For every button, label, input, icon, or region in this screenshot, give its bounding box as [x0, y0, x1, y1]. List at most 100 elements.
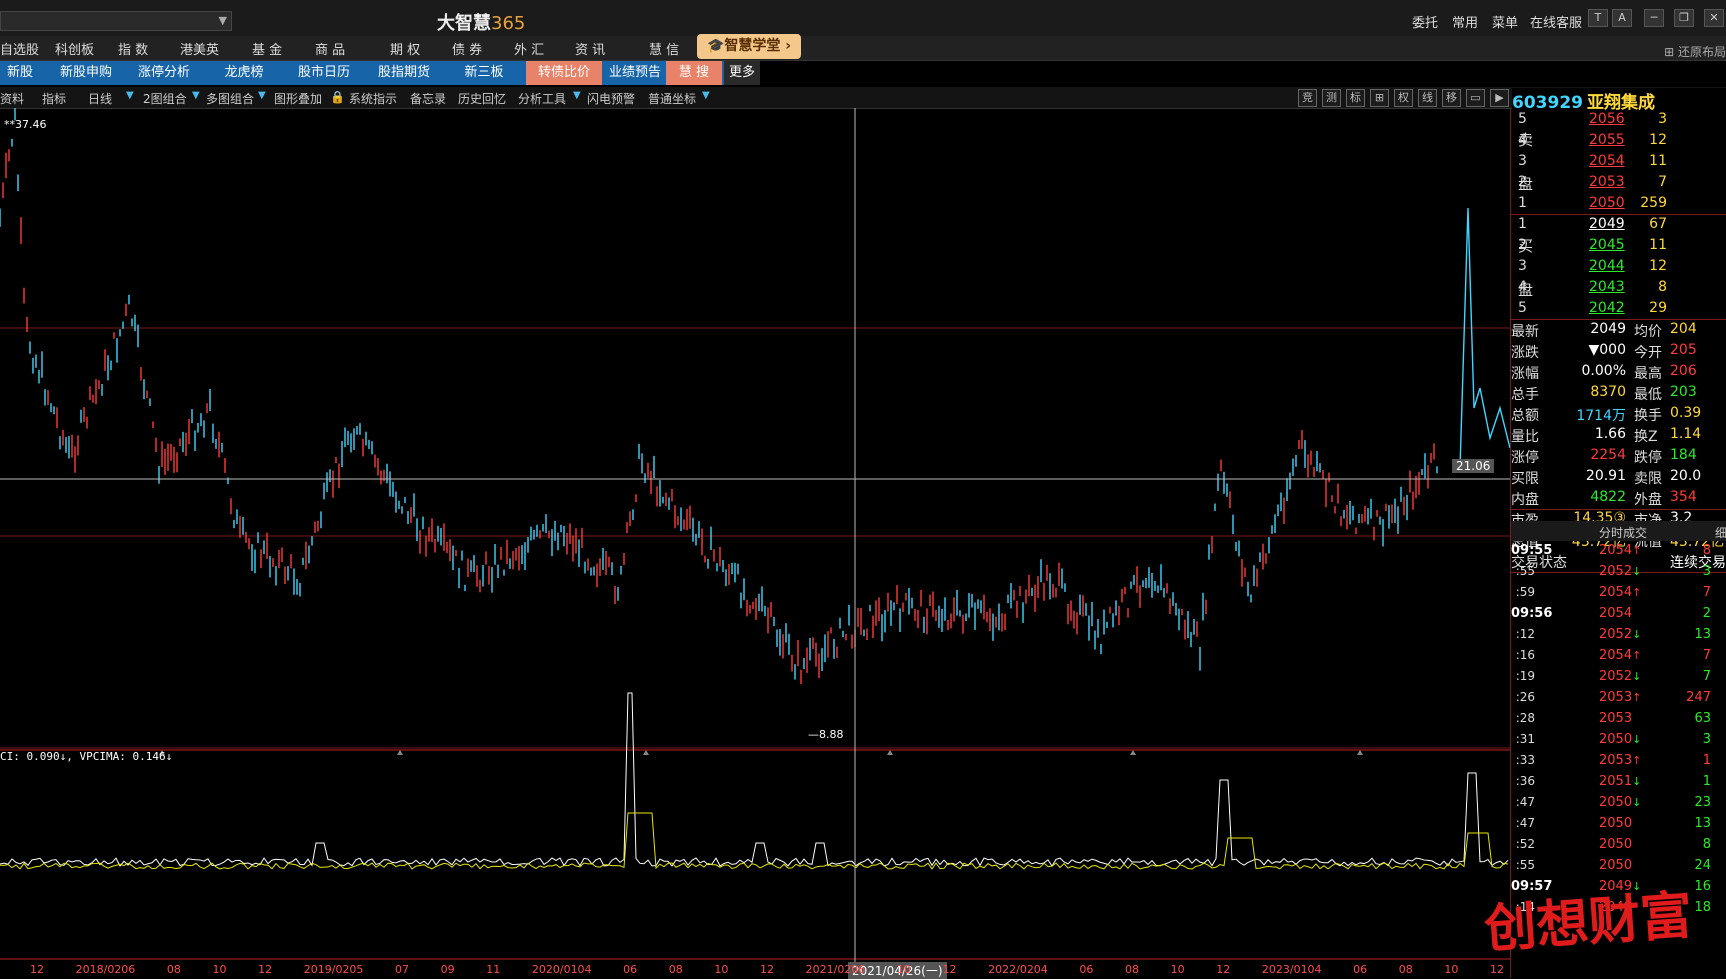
- menu-neeq[interactable]: 新三板: [446, 61, 522, 85]
- menu-hk-us[interactable]: 港美英: [180, 39, 219, 58]
- arrow-down-icon: ↓: [1632, 796, 1642, 809]
- sell-row[interactable]: 3 2054 11: [1511, 153, 1726, 174]
- combo-dropdown-icon[interactable]: ▼: [192, 90, 200, 101]
- tool-icon-auction[interactable]: 竞: [1298, 89, 1317, 107]
- period-dropdown-icon[interactable]: ▼: [126, 90, 134, 101]
- ob-volume: 8: [1658, 279, 1667, 295]
- trade-price: 2052↓: [1599, 627, 1642, 642]
- quote-value-2: 0.39: [1670, 405, 1702, 421]
- close-icon[interactable]: ✕: [1704, 9, 1724, 27]
- menu-ipo-subscribe[interactable]: 新股申购: [48, 61, 124, 85]
- menu-star-market[interactable]: 科创板: [55, 39, 94, 58]
- sell-row[interactable]: 5 2056 3: [1511, 111, 1726, 132]
- menu-bonds[interactable]: 债 券: [452, 39, 482, 58]
- tool-icon-move[interactable]: 移: [1442, 89, 1461, 107]
- quote-value: 2254: [1590, 447, 1626, 463]
- play-icon[interactable]: ▶: [1490, 89, 1509, 107]
- trade-price: 2050↓: [1599, 795, 1642, 810]
- buy-row[interactable]: 4 2043 8: [1511, 279, 1726, 300]
- tool-multi-chart-combo[interactable]: 多图组合: [206, 90, 254, 107]
- tool-system-signals[interactable]: 系统指示: [349, 90, 397, 107]
- tool-normal-axis[interactable]: 普通坐标: [648, 90, 696, 107]
- menu-index[interactable]: 指 数: [118, 39, 148, 58]
- tool-flash-alert[interactable]: 闪电预警: [587, 90, 635, 107]
- link-menu[interactable]: 菜单: [1492, 12, 1518, 31]
- trade-price: 2053↑: [1599, 690, 1642, 705]
- analysis-dropdown-icon[interactable]: ▼: [573, 90, 581, 101]
- tool-profile[interactable]: 资料: [0, 90, 24, 107]
- quote-value-2: 184: [1670, 447, 1697, 463]
- menu-watchlist[interactable]: 自选股: [0, 39, 39, 58]
- tool-history-recall[interactable]: 历史回忆: [458, 90, 506, 107]
- menu-new-stocks[interactable]: 新股: [0, 61, 40, 85]
- grid-icon[interactable]: ⊞: [1370, 89, 1389, 107]
- tool-overlay[interactable]: 图形叠加: [274, 90, 322, 107]
- academy-button[interactable]: 🎓智慧学堂 ›: [697, 34, 801, 59]
- stock-search-input[interactable]: ▼: [0, 11, 232, 31]
- trade-price: 2054↑: [1599, 543, 1642, 558]
- tool-icon-rights[interactable]: 权: [1394, 89, 1413, 107]
- axis-dropdown-icon[interactable]: ▼: [702, 90, 710, 101]
- menu-cb-compare[interactable]: 转债比价: [526, 61, 602, 85]
- tool-analysis[interactable]: 分析工具: [518, 90, 566, 107]
- menu-hui-search[interactable]: 慧 搜: [666, 61, 722, 85]
- trade-volume: 1: [1702, 753, 1711, 768]
- menu-earnings-forecast[interactable]: 业绩预告: [604, 61, 666, 85]
- menu-options[interactable]: 期 权: [390, 39, 420, 58]
- tool-icon-measure[interactable]: 测: [1322, 89, 1341, 107]
- quote-row: 总手 8370 最低 203: [1511, 384, 1726, 405]
- sell-row[interactable]: 2 2053 7: [1511, 174, 1726, 195]
- x-axis-tick-label: 07: [395, 963, 409, 976]
- restore-layout-link[interactable]: ⊞ 还原布局: [1664, 43, 1726, 60]
- window-icon[interactable]: ▭: [1466, 89, 1485, 107]
- x-axis-tick-label: 06: [1079, 963, 1094, 976]
- menu-limit-up-analysis[interactable]: 涨停分析: [126, 61, 202, 85]
- menu-market-calendar[interactable]: 股市日历: [286, 61, 362, 85]
- sell-row[interactable]: 4 2055 12: [1511, 132, 1726, 153]
- buy-row[interactable]: 1 2049 67: [1511, 216, 1726, 237]
- quote-label-2: 换Z: [1634, 429, 1658, 445]
- tool-period-daily[interactable]: 日线: [88, 90, 112, 107]
- lock-icon[interactable]: 🔒: [330, 90, 345, 104]
- minimize-icon[interactable]: ─: [1644, 9, 1664, 27]
- quote-value: 8370: [1590, 384, 1626, 400]
- tool-2-chart-combo[interactable]: 2图组合: [143, 90, 187, 107]
- menu-dragon-tiger[interactable]: 龙虎榜: [206, 61, 282, 85]
- tool-icon-mark[interactable]: 标: [1346, 89, 1365, 107]
- ob-volume: 259: [1640, 195, 1667, 211]
- trade-price: 2054: [1599, 606, 1633, 621]
- buy-row[interactable]: 5 2042 29: [1511, 300, 1726, 321]
- menu-fund[interactable]: 基 金: [252, 39, 282, 58]
- quote-label: 总额: [1511, 408, 1539, 424]
- sell-row[interactable]: 1 2050 259: [1511, 195, 1726, 216]
- buy-row[interactable]: 2 2045 11: [1511, 237, 1726, 258]
- trade-volume: 13: [1694, 816, 1711, 831]
- trade-price: 2051↓: [1599, 774, 1642, 789]
- menu-more[interactable]: 更多: [724, 61, 760, 85]
- link-common[interactable]: 常用: [1452, 12, 1478, 31]
- menu-news[interactable]: 资 讯: [575, 39, 605, 58]
- link-online-service[interactable]: 在线客服: [1530, 12, 1582, 31]
- trade-volume: 7: [1702, 648, 1711, 663]
- trade-volume: 13: [1694, 627, 1711, 642]
- menu-huixin[interactable]: 慧 信: [649, 39, 679, 58]
- app-icon-1[interactable]: T: [1588, 9, 1608, 27]
- restore-icon[interactable]: ❐: [1674, 9, 1694, 27]
- tool-indicators[interactable]: 指标: [42, 90, 66, 107]
- quote-row: 买限 20.91 卖限 20.0: [1511, 468, 1726, 489]
- tool-memo[interactable]: 备忘录: [410, 90, 446, 107]
- trade-row: :59 2054↑ 7: [1511, 585, 1726, 606]
- buy-row[interactable]: 3 2044 12: [1511, 258, 1726, 279]
- menu-commodity[interactable]: 商 品: [315, 39, 345, 58]
- menu-index-futures[interactable]: 股指期货: [366, 61, 442, 85]
- trade-volume: 1: [1702, 774, 1711, 789]
- kline-chart[interactable]: [0, 108, 1510, 978]
- tool-icon-line[interactable]: 线: [1418, 89, 1437, 107]
- stock-header: 603929 亚翔集成: [1512, 88, 1726, 113]
- link-entrust[interactable]: 委托: [1412, 12, 1438, 31]
- dropdown-arrow-icon[interactable]: ▼: [219, 14, 227, 27]
- trade-time: :47: [1515, 816, 1535, 830]
- app-icon-2[interactable]: A: [1612, 9, 1632, 27]
- multi-dropdown-icon[interactable]: ▼: [258, 90, 266, 101]
- menu-forex[interactable]: 外 汇: [514, 39, 544, 58]
